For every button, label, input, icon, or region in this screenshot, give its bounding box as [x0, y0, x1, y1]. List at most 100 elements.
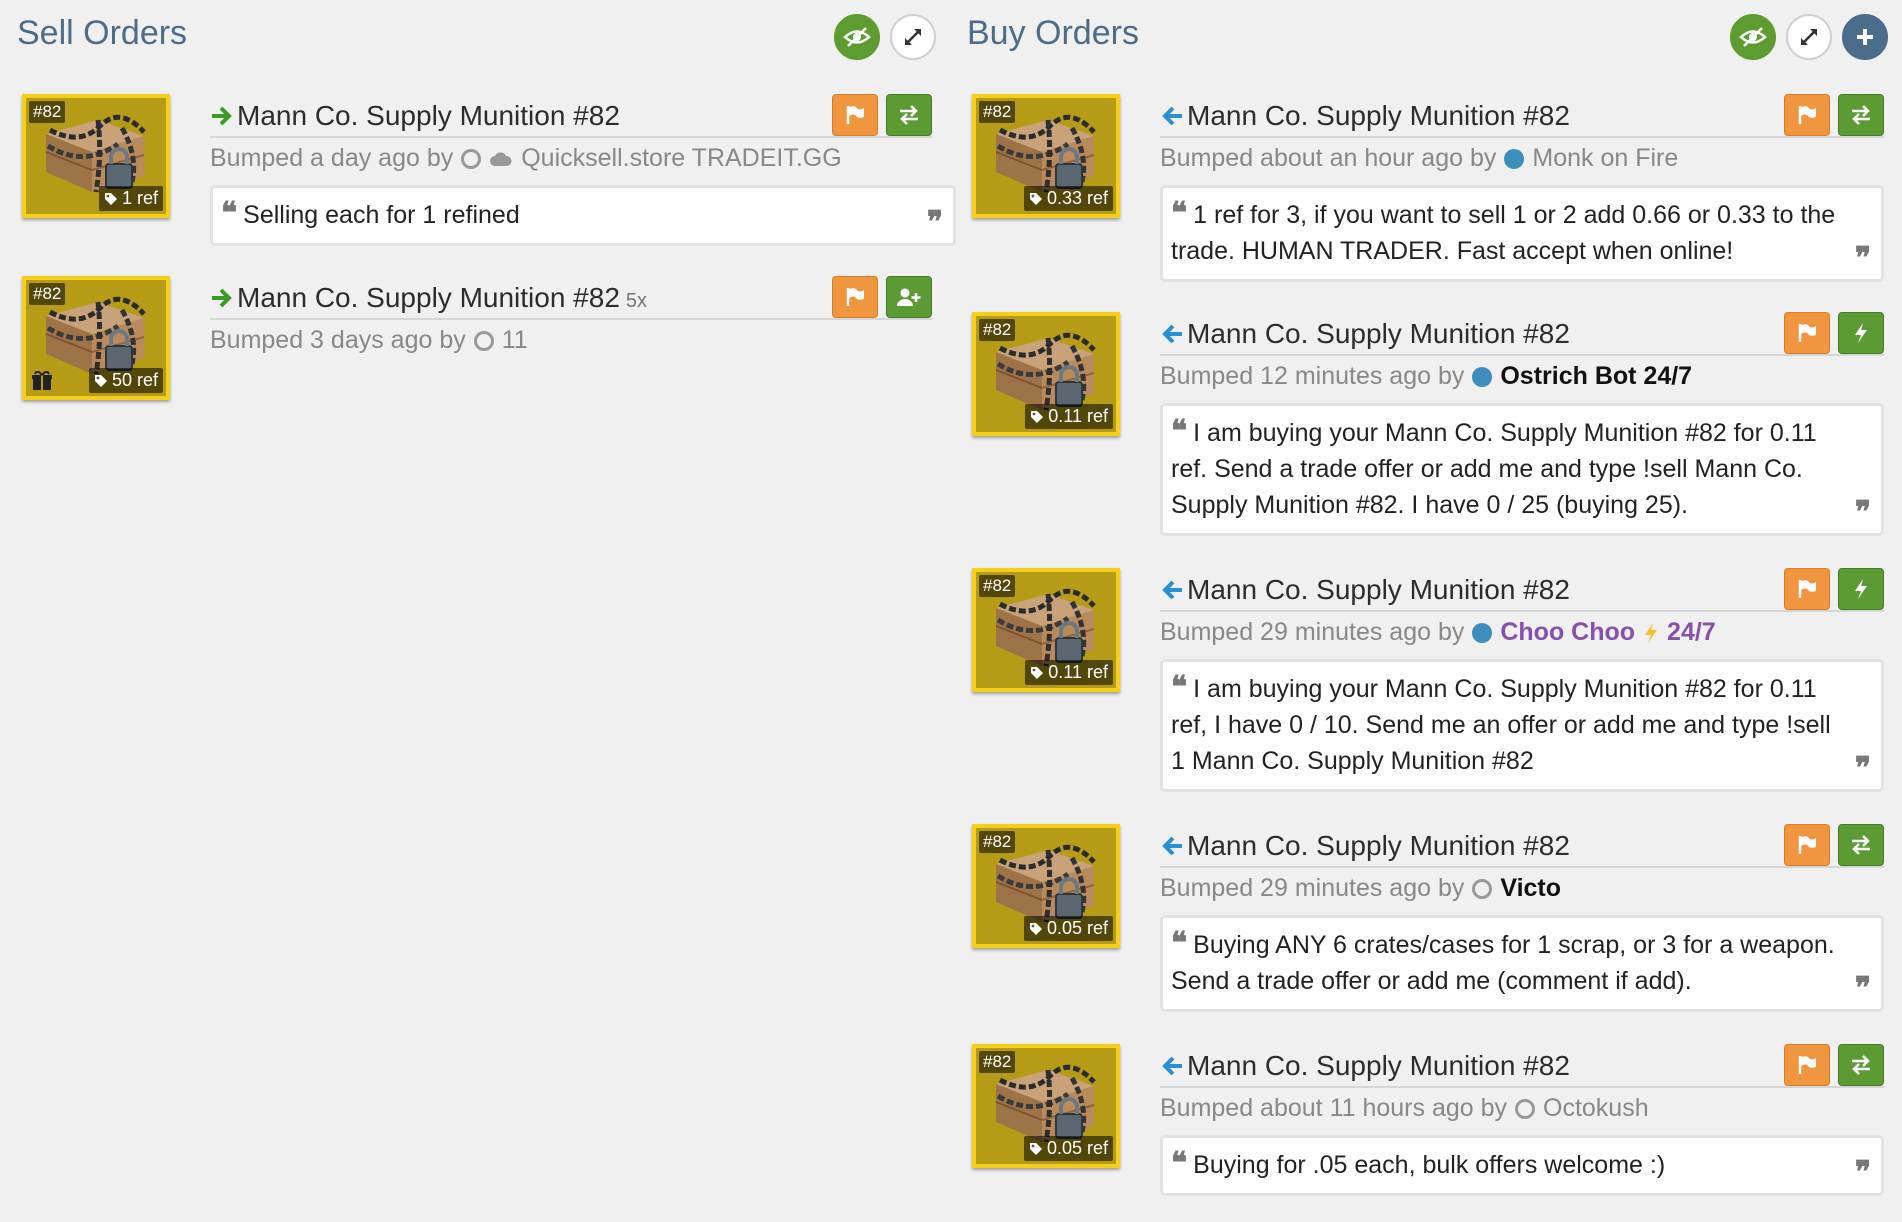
item-number-tag: #82: [979, 831, 1016, 853]
trade-button[interactable]: [886, 94, 932, 136]
flag-icon: [1798, 836, 1816, 854]
price-text: 0.05 ref: [1046, 918, 1108, 938]
item-thumbnail[interactable]: #82 0.05 ref: [972, 824, 1120, 948]
bumped-info: Bumped about 11 hours ago by Octokush: [1160, 1094, 1649, 1123]
quote-right-icon: ❞: [1854, 495, 1871, 530]
listing-message: ❝ 1 ref for 3, if you want to sell 1 or 2…: [1160, 185, 1884, 282]
item-name[interactable]: Mann Co. Supply Munition #82: [1187, 318, 1570, 350]
item-name[interactable]: Mann Co. Supply Munition #82: [237, 100, 620, 132]
tag-icon: [94, 374, 107, 387]
tag-icon: [1029, 922, 1042, 935]
item-number-tag: #82: [29, 283, 66, 305]
expand-buy-button[interactable]: [1786, 14, 1832, 60]
user-plus-icon: [897, 288, 921, 306]
arrow-left-icon: [1162, 106, 1182, 126]
trade-button[interactable]: [1838, 94, 1884, 136]
status-ring: [473, 330, 494, 351]
item-name[interactable]: Mann Co. Supply Munition #82: [1187, 100, 1570, 132]
sell-panel-title: Sell Orders: [17, 14, 188, 52]
item-name[interactable]: Mann Co. Supply Munition #82: [1187, 1050, 1570, 1082]
price-badge: 1 ref: [98, 186, 163, 211]
bumped-info: Bumped 3 days ago by 11: [210, 326, 528, 355]
cloud-icon: [490, 151, 512, 166]
user-link[interactable]: Ostrich Bot 24/7: [1500, 362, 1692, 391]
report-button[interactable]: [1784, 94, 1830, 136]
trade-button[interactable]: [1838, 1044, 1884, 1086]
user-suffix: 24/7: [1667, 618, 1716, 646]
report-button[interactable]: [832, 276, 878, 318]
quote-left-icon: ❝: [1171, 414, 1188, 449]
listing-message: ❝ I am buying your Mann Co. Supply Muniti…: [1160, 659, 1884, 792]
flag-icon: [1798, 106, 1816, 124]
price-badge: 0.11 ref: [1025, 660, 1113, 685]
tag-icon: [104, 192, 117, 205]
buy-listing: #82 0.11 ref Mann Co. Supply Munition #8…: [972, 568, 1884, 792]
expand-icon: [1801, 29, 1817, 45]
quote-left-icon: ❝: [221, 196, 238, 231]
price-badge: 0.11 ref: [1025, 404, 1113, 429]
report-button[interactable]: [1784, 568, 1830, 610]
tag-icon: [1029, 192, 1042, 205]
instant-trade-button[interactable]: [1838, 568, 1884, 610]
item-thumbnail[interactable]: #82 50 ref: [22, 276, 170, 400]
item-thumbnail[interactable]: #82 0.05 ref: [972, 1044, 1120, 1168]
user-link[interactable]: Octokush: [1543, 1094, 1649, 1123]
bolt-icon: [1855, 579, 1867, 599]
bumped-info: Bumped about an hour ago by Monk on Fire: [1160, 144, 1679, 173]
quote-left-icon: ❝: [1171, 1146, 1188, 1181]
add-buy-order-button[interactable]: [1842, 14, 1888, 60]
price-text: 0.11 ref: [1048, 662, 1108, 682]
flag-icon: [846, 106, 864, 124]
flag-icon: [1798, 1056, 1816, 1074]
sell-listing: #82 1 ref Mann Co. Supply Munition #82 B…: [22, 94, 956, 246]
user-link[interactable]: Victo: [1500, 874, 1561, 903]
item-thumbnail[interactable]: #82 0.11 ref: [972, 568, 1120, 692]
user-link[interactable]: Monk on Fire: [1532, 144, 1678, 173]
price-text: 1 ref: [121, 188, 158, 208]
add-friend-button[interactable]: [886, 276, 932, 318]
user-link[interactable]: 11: [502, 326, 528, 355]
arrow-left-icon: [1162, 836, 1182, 856]
report-button[interactable]: [1784, 824, 1830, 866]
status-ring: [1472, 878, 1493, 899]
trade-button[interactable]: [1838, 824, 1884, 866]
plus-icon: [1857, 29, 1873, 45]
item-name[interactable]: Mann Co. Supply Munition #82: [1187, 574, 1570, 606]
price-badge: 0.05 ref: [1023, 916, 1113, 941]
price-badge: 0.33 ref: [1023, 186, 1113, 211]
expand-icon: [905, 29, 921, 45]
report-button[interactable]: [1784, 312, 1830, 354]
bolt-icon: [1855, 323, 1867, 343]
gift-icon: [32, 371, 52, 390]
user-link[interactable]: Quicksell.store TRADEIT.GG: [521, 144, 841, 173]
report-button[interactable]: [1784, 1044, 1830, 1086]
arrow-left-icon: [1162, 580, 1182, 600]
bumped-info: Bumped 29 minutes ago by Choo Choo 24/7: [1160, 618, 1716, 647]
instant-trade-button[interactable]: [1838, 312, 1884, 354]
item-thumbnail[interactable]: #82 1 ref: [22, 94, 170, 218]
listing-message: ❝ Buying for .05 each, bulk offers welcom…: [1160, 1135, 1884, 1196]
status-dot: [1472, 622, 1493, 643]
eye-slash-icon: [843, 27, 871, 47]
arrow-left-icon: [1162, 324, 1182, 344]
item-number-tag: #82: [29, 101, 66, 123]
item-thumbnail[interactable]: #82 0.11 ref: [972, 312, 1120, 436]
status-ring: [1515, 1098, 1536, 1119]
item-name[interactable]: Mann Co. Supply Munition #82: [1187, 830, 1570, 862]
quote-right-icon: ❞: [1854, 1155, 1871, 1190]
item-number-tag: #82: [979, 1051, 1016, 1073]
hide-sell-button[interactable]: [834, 14, 880, 60]
user-link[interactable]: Choo Choo: [1500, 618, 1635, 647]
quote-left-icon: ❝: [1171, 670, 1188, 705]
hide-buy-button[interactable]: [1730, 14, 1776, 60]
item-name[interactable]: Mann Co. Supply Munition #82 5x: [237, 282, 647, 314]
flag-icon: [846, 288, 864, 306]
exchange-icon: [1852, 1055, 1870, 1075]
report-button[interactable]: [832, 94, 878, 136]
exchange-icon: [1852, 835, 1870, 855]
listing-message: ❝ Buying ANY 6 crates/cases for 1 scrap, …: [1160, 915, 1884, 1012]
expand-sell-button[interactable]: [890, 14, 936, 60]
buy-listing: #82 0.11 ref Mann Co. Supply Munition #8…: [972, 312, 1884, 536]
item-thumbnail[interactable]: #82 0.33 ref: [972, 94, 1120, 218]
flag-icon: [1798, 324, 1816, 342]
